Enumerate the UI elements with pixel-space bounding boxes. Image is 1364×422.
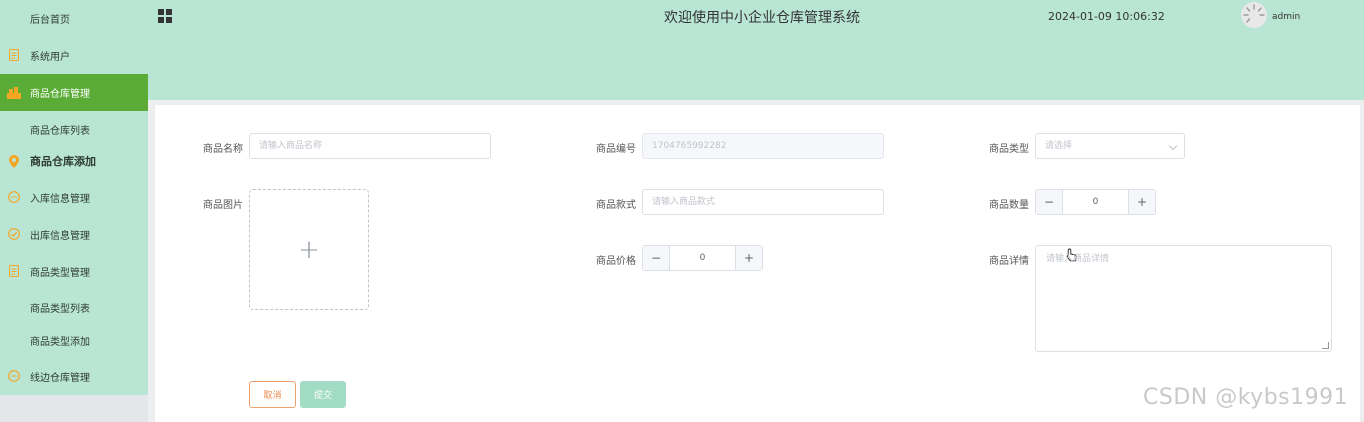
- sidebar-item-warehouse-list[interactable]: 商品仓库列表: [0, 115, 148, 143]
- sidebar-item-label: 商品类型管理: [30, 267, 90, 279]
- page-title: 欢迎使用中小企业仓库管理系统: [664, 10, 860, 26]
- quantity-value[interactable]: 0: [1063, 190, 1128, 214]
- chat-bubble-icon: [7, 369, 21, 383]
- avatar[interactable]: [1241, 2, 1267, 28]
- header: 欢迎使用中小企业仓库管理系统 2024-01-09 10:06:32 admin: [148, 0, 1364, 100]
- price-value[interactable]: 0: [670, 246, 735, 270]
- plus-icon: +: [298, 234, 320, 265]
- document-icon: [7, 264, 21, 278]
- price-label: 商品价格: [596, 256, 636, 267]
- style-label: 商品款式: [596, 200, 636, 211]
- product-form: 商品名称 请输入商品名称 商品编号 1704765992282 商品类型 请选择…: [155, 105, 1360, 422]
- type-select[interactable]: 请选择: [1035, 133, 1185, 159]
- resize-handle-icon[interactable]: [1322, 342, 1329, 349]
- quantity-label: 商品数量: [989, 200, 1029, 211]
- location-pin-icon: [7, 154, 21, 168]
- code-value: 1704765992282: [652, 141, 727, 151]
- sidebar-item-label: 商品仓库管理: [30, 89, 90, 100]
- warehouse-icon: [7, 86, 21, 100]
- price-decrease-button[interactable]: −: [643, 246, 670, 270]
- sidebar-item-outbound-management[interactable]: 出库信息管理: [0, 220, 148, 248]
- username[interactable]: admin: [1272, 12, 1300, 22]
- sidebar-item-home[interactable]: 后台首页: [0, 4, 148, 32]
- check-circle-icon: [7, 227, 21, 241]
- sidebar-item-warehouse-add[interactable]: 商品仓库添加: [0, 147, 148, 175]
- style-input[interactable]: 请输入商品款式: [642, 189, 884, 215]
- submit-button[interactable]: 提交: [300, 381, 346, 408]
- sidebar-item-line-warehouse-management[interactable]: 线边仓库管理: [0, 362, 148, 390]
- price-increase-button[interactable]: +: [735, 246, 762, 270]
- sidebar-item-label: 商品仓库添加: [30, 155, 96, 168]
- detail-textarea[interactable]: 请输入商品详情: [1035, 245, 1332, 352]
- sidebar-item-label: 线边仓库管理: [30, 372, 90, 384]
- sidebar-item-type-list[interactable]: 商品类型列表: [0, 293, 148, 321]
- chevron-down-icon: [1168, 141, 1178, 151]
- style-placeholder: 请输入商品款式: [652, 197, 716, 207]
- quantity-increase-button[interactable]: +: [1128, 190, 1155, 214]
- image-uploader[interactable]: +: [249, 189, 369, 310]
- sidebar-item-label: 商品仓库列表: [30, 125, 90, 137]
- sidebar-item-label: 商品类型添加: [30, 336, 90, 348]
- quantity-decrease-button[interactable]: −: [1036, 190, 1063, 214]
- sidebar-item-system-users[interactable]: 系统用户: [0, 41, 148, 69]
- name-placeholder: 请输入商品名称: [259, 141, 323, 151]
- image-label: 商品图片: [203, 200, 243, 211]
- chat-bubble-icon: [7, 190, 21, 204]
- sidebar-item-type-management[interactable]: 商品类型管理: [0, 257, 148, 285]
- sidebar-item-label: 入库信息管理: [30, 193, 90, 205]
- menu-grid-icon[interactable]: [158, 9, 172, 23]
- type-placeholder: 请选择: [1045, 141, 1073, 151]
- detail-placeholder: 请输入商品详情: [1046, 254, 1110, 264]
- name-label: 商品名称: [203, 144, 243, 155]
- cancel-button[interactable]: 取消: [249, 381, 296, 408]
- sidebar: 后台首页 系统用户 商品仓库管理 商品仓库列表 商品仓库添加 入库信息管理 出库…: [0, 0, 148, 395]
- sidebar-item-label: 后台首页: [30, 14, 70, 26]
- sidebar-item-type-add[interactable]: 商品类型添加: [0, 326, 148, 354]
- sidebar-item-label: 出库信息管理: [30, 230, 90, 242]
- document-icon: [7, 48, 21, 62]
- sidebar-item-label: 系统用户: [30, 51, 70, 63]
- sidebar-item-inbound-management[interactable]: 入库信息管理: [0, 183, 148, 211]
- quantity-stepper[interactable]: − 0 +: [1035, 189, 1156, 215]
- sidebar-item-warehouse-management[interactable]: 商品仓库管理: [0, 74, 148, 111]
- watermark: CSDN @kybs1991: [1143, 385, 1349, 410]
- type-label: 商品类型: [989, 144, 1029, 155]
- price-stepper[interactable]: − 0 +: [642, 245, 763, 271]
- code-label: 商品编号: [596, 144, 636, 155]
- datetime-display: 2024-01-09 10:06:32: [1048, 10, 1165, 23]
- name-input[interactable]: 请输入商品名称: [249, 133, 491, 159]
- sidebar-item-label: 商品类型列表: [30, 303, 90, 315]
- detail-label: 商品详情: [989, 256, 1029, 267]
- code-input: 1704765992282: [642, 133, 884, 159]
- sidebar-footer: [0, 395, 148, 422]
